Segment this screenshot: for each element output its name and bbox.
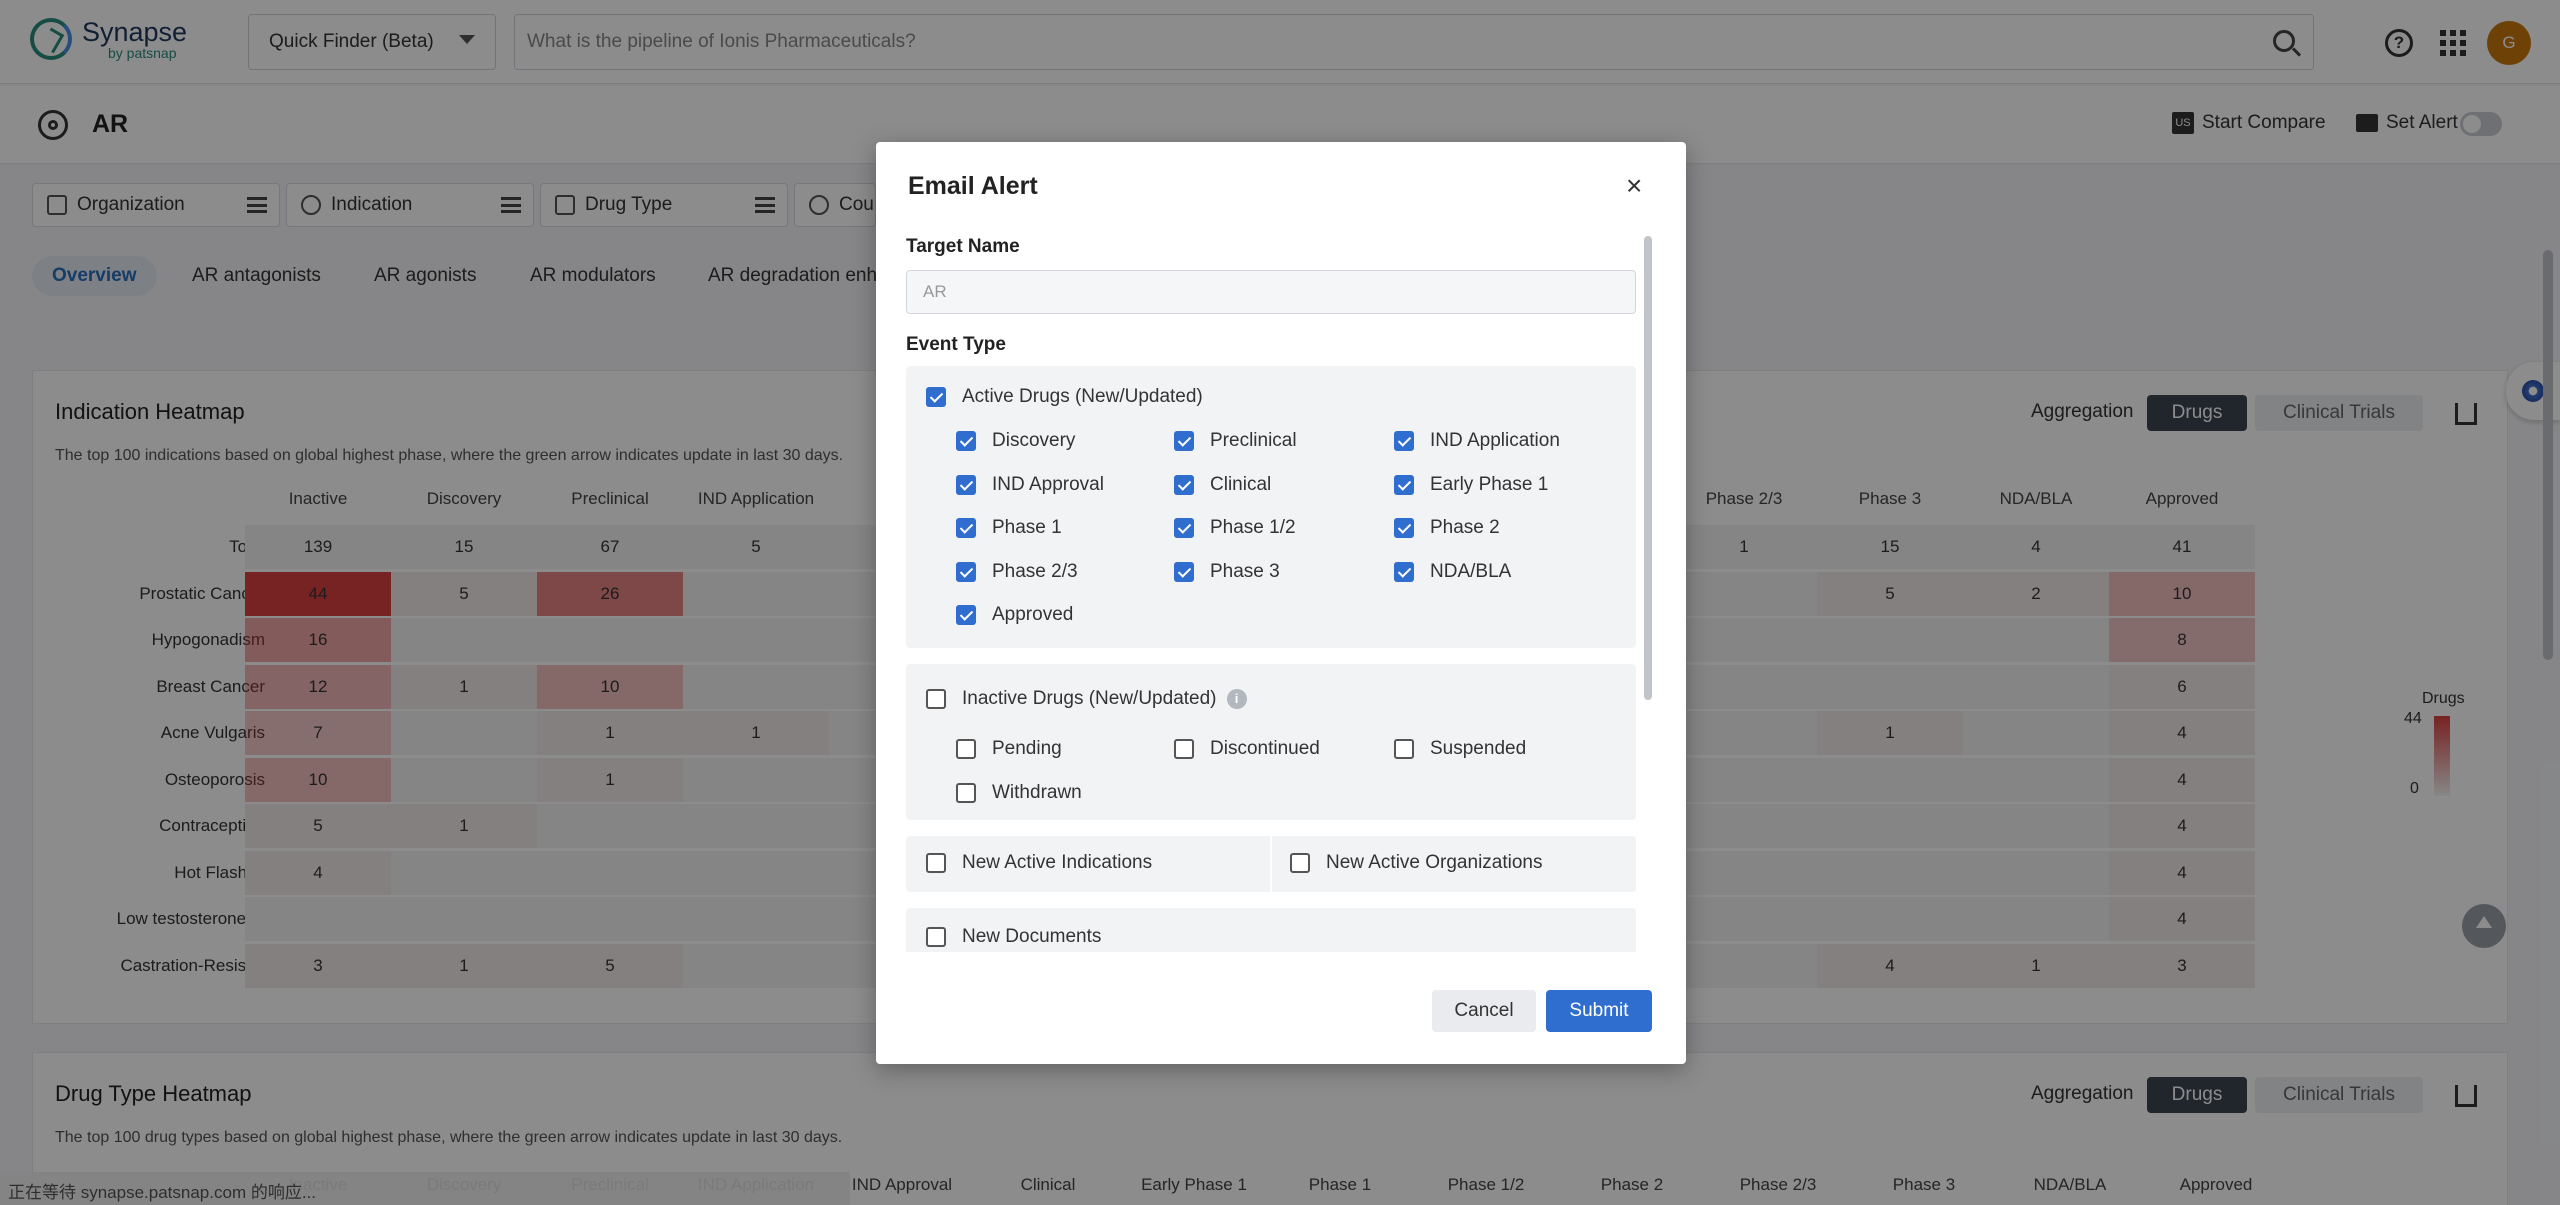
event-type-checkbox[interactable]: Clinical	[1174, 474, 1271, 496]
event-type-label: Event Type	[906, 334, 1006, 356]
event-type-checkbox[interactable]: Phase 1	[956, 517, 1062, 539]
group-divider	[1270, 836, 1272, 892]
checkbox-checked-icon	[1394, 475, 1414, 495]
event-type-checkbox[interactable]: Phase 1/2	[1174, 517, 1296, 539]
event-type-checkbox[interactable]: Phase 3	[1174, 561, 1280, 583]
event-type-checkbox[interactable]: Pending	[956, 738, 1062, 760]
submit-button[interactable]: Submit	[1546, 990, 1652, 1032]
event-type-checkbox[interactable]: Discovery	[956, 430, 1075, 452]
email-alert-dialog: Email Alert × Target Name AR Event Type …	[876, 142, 1686, 1064]
dialog-title: Email Alert	[908, 172, 1038, 201]
checkbox-checked-icon	[926, 387, 946, 407]
checkbox-checked-icon	[956, 605, 976, 625]
checkbox-checked-icon	[1174, 431, 1194, 451]
close-icon[interactable]: ×	[1626, 172, 1642, 200]
event-type-checkbox[interactable]: Suspended	[1394, 738, 1526, 760]
event-type-checkbox[interactable]: Phase 2/3	[956, 561, 1078, 583]
event-type-checkbox[interactable]: Approved	[956, 604, 1073, 626]
event-type-checkbox[interactable]: Discontinued	[1174, 738, 1320, 760]
new-active-organizations-checkbox[interactable]: New Active Organizations	[1290, 852, 1543, 874]
checkbox-checked-icon	[956, 518, 976, 538]
checkbox-unchecked-icon	[926, 689, 946, 709]
target-name-label: Target Name	[906, 236, 1020, 258]
checkbox-checked-icon	[956, 431, 976, 451]
checkbox-unchecked-icon	[926, 927, 946, 947]
event-type-checkbox[interactable]: Early Phase 1	[1394, 474, 1548, 496]
new-active-group: New Active Indications New Active Organi…	[906, 836, 1636, 892]
checkbox-checked-icon	[1174, 562, 1194, 582]
checkbox-checked-icon	[1394, 431, 1414, 451]
new-documents-group: New Documents	[906, 908, 1636, 952]
event-type-checkbox[interactable]: IND Approval	[956, 474, 1104, 496]
checkbox-checked-icon	[1174, 518, 1194, 538]
checkbox-checked-icon	[956, 475, 976, 495]
checkbox-checked-icon	[1394, 562, 1414, 582]
event-type-checkbox[interactable]: Withdrawn	[956, 782, 1082, 804]
new-documents-checkbox[interactable]: New Documents	[926, 926, 1101, 948]
dialog-scrollbar[interactable]	[1644, 236, 1652, 956]
checkbox-unchecked-icon	[956, 739, 976, 759]
event-type-checkbox[interactable]: NDA/BLA	[1394, 561, 1511, 583]
checkbox-checked-icon	[1174, 475, 1194, 495]
checkbox-unchecked-icon	[956, 783, 976, 803]
checkbox-unchecked-icon	[1174, 739, 1194, 759]
event-type-checkbox[interactable]: Phase 2	[1394, 517, 1500, 539]
info-icon[interactable]: i	[1227, 689, 1247, 709]
checkbox-unchecked-icon	[1290, 853, 1310, 873]
inactive-drugs-group: Inactive Drugs (New/Updated) i Pending Di…	[906, 664, 1636, 820]
cancel-button[interactable]: Cancel	[1432, 990, 1536, 1032]
active-drugs-checkbox[interactable]: Active Drugs (New/Updated)	[926, 386, 1203, 408]
checkbox-unchecked-icon	[1394, 739, 1414, 759]
inactive-drugs-checkbox[interactable]: Inactive Drugs (New/Updated) i	[926, 688, 1247, 710]
target-name-input[interactable]: AR	[906, 270, 1636, 314]
event-type-checkbox[interactable]: IND Application	[1394, 430, 1560, 452]
active-drugs-group: Active Drugs (New/Updated) Discovery Prec…	[906, 366, 1636, 648]
dialog-body: Target Name AR Event Type Active Drugs (…	[906, 232, 1646, 952]
checkbox-unchecked-icon	[926, 853, 946, 873]
checkbox-checked-icon	[956, 562, 976, 582]
new-active-indications-checkbox[interactable]: New Active Indications	[926, 852, 1152, 874]
event-type-checkbox[interactable]: Preclinical	[1174, 430, 1297, 452]
checkbox-checked-icon	[1394, 518, 1414, 538]
